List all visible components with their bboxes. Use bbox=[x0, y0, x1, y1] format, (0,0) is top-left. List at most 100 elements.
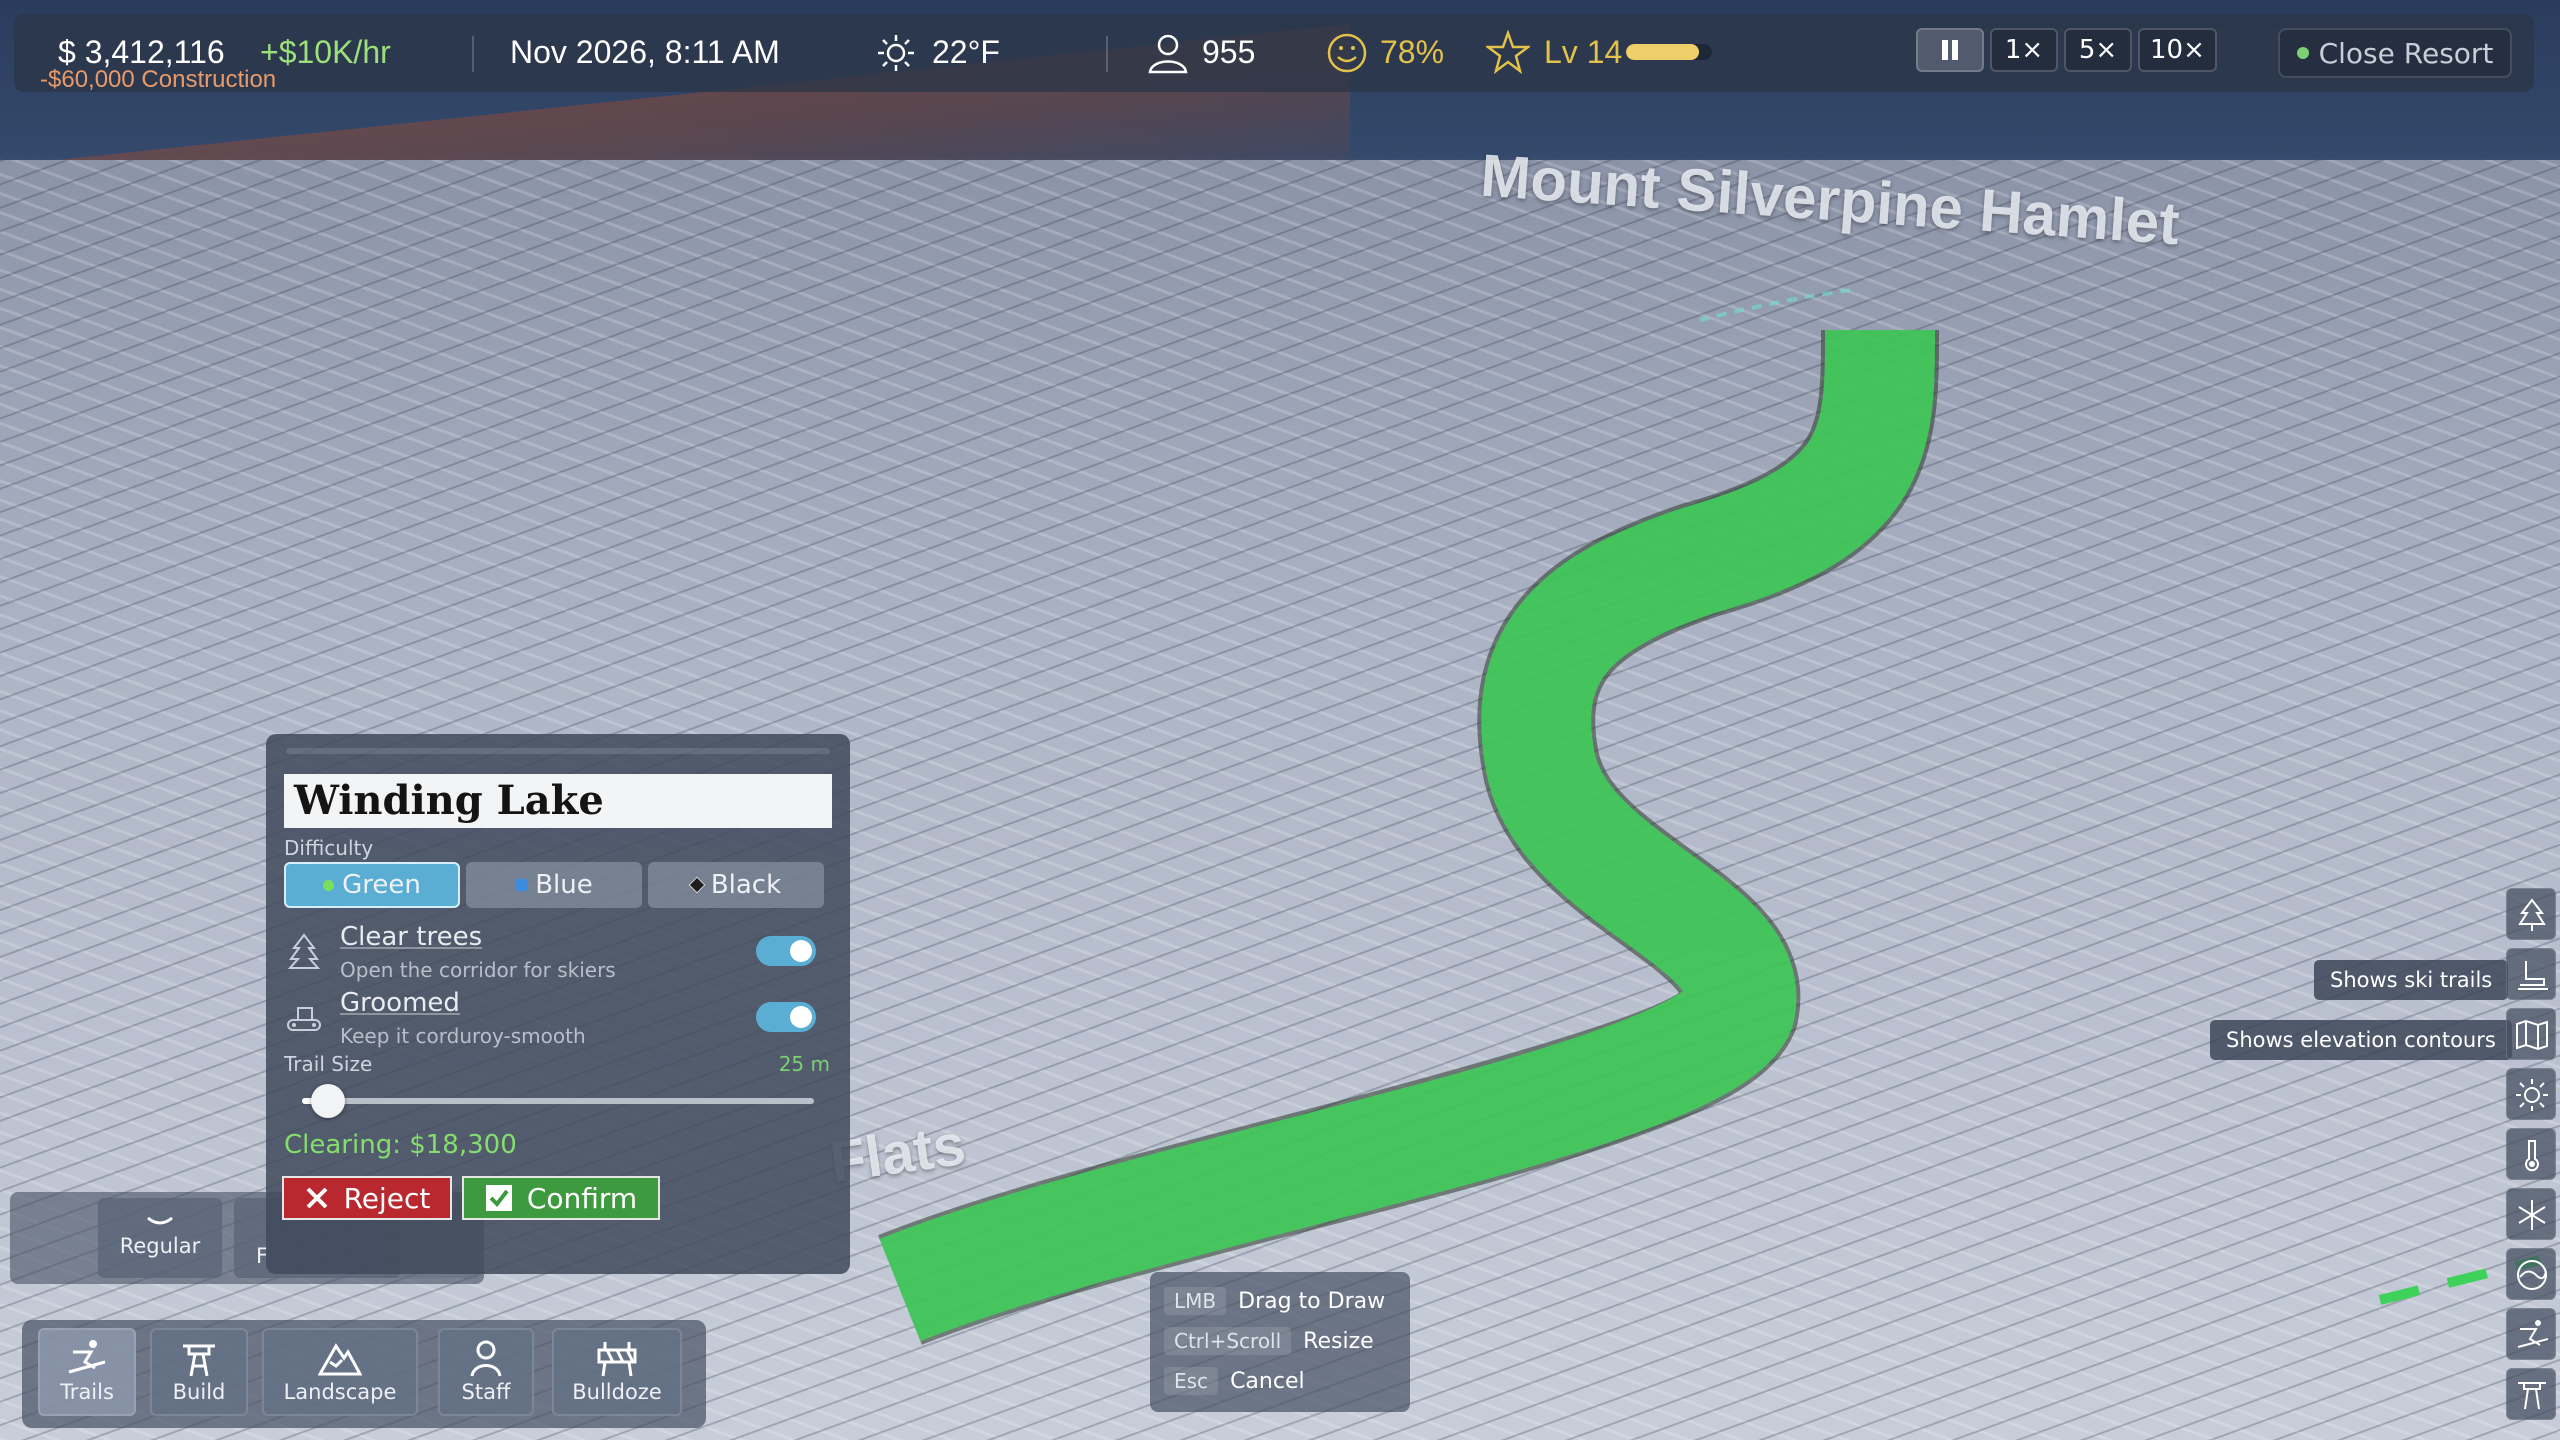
key-esc: Esc bbox=[1164, 1367, 1219, 1395]
hint-resize: Ctrl+Scroll Resize bbox=[1164, 1324, 1374, 1358]
happiness-percent: 78% bbox=[1380, 34, 1445, 70]
pause-button[interactable] bbox=[1916, 28, 1984, 72]
build-tool-label: Build bbox=[172, 1380, 226, 1404]
pause-icon bbox=[1942, 40, 1958, 60]
trail-type-regular[interactable]: Regular bbox=[98, 1198, 222, 1278]
mountain-icon bbox=[318, 1343, 362, 1376]
lift-tower-icon bbox=[183, 1344, 215, 1377]
skier-icon bbox=[68, 1340, 106, 1374]
main-toolbar: Trails Build Landscape Staff Bulldoze bbox=[22, 1320, 706, 1428]
green-circle-icon bbox=[323, 879, 335, 891]
speed-5x-button[interactable]: 5× bbox=[2064, 28, 2132, 72]
key-lmb: LMB bbox=[1164, 1287, 1227, 1315]
overlay-ski-trails-button[interactable] bbox=[2506, 948, 2556, 1000]
separator bbox=[472, 36, 474, 72]
landscape-tool-label: Landscape bbox=[283, 1380, 397, 1404]
overlay-snow-button[interactable] bbox=[2506, 1188, 2556, 1240]
x-icon bbox=[306, 1187, 328, 1209]
status-dot-icon bbox=[2296, 47, 2309, 59]
panel-drag-handle[interactable] bbox=[286, 748, 830, 754]
groomed-title: Groomed bbox=[340, 988, 460, 1018]
guest-count: 955 bbox=[1202, 34, 1256, 70]
clearing-cost: Clearing: $18,300 bbox=[284, 1130, 517, 1160]
landscape-tool-button[interactable]: Landscape bbox=[262, 1328, 418, 1416]
difficulty-green-button[interactable]: Green bbox=[284, 862, 460, 908]
blue-square-icon bbox=[515, 879, 528, 891]
clear-trees-subtitle: Open the corridor for skiers bbox=[340, 958, 616, 982]
hint-resize-label: Resize bbox=[1303, 1328, 1374, 1354]
speed-controls: 1× 5× 10× bbox=[1916, 28, 2217, 74]
overlay-sun-button[interactable] bbox=[2506, 1068, 2556, 1120]
income-rate: +$10K/hr bbox=[260, 34, 391, 70]
check-icon bbox=[485, 1185, 512, 1211]
toggle-knob bbox=[790, 1006, 812, 1028]
overlay-contours-button[interactable] bbox=[2506, 1008, 2556, 1060]
slider-handle[interactable] bbox=[310, 1084, 345, 1118]
staff-tool-label: Staff bbox=[461, 1380, 511, 1404]
toggle-knob bbox=[790, 940, 812, 962]
key-ctrl-scroll: Ctrl+Scroll bbox=[1164, 1327, 1292, 1355]
confirm-button[interactable]: Confirm bbox=[462, 1176, 660, 1220]
trail-size-value: 25 m bbox=[778, 1052, 830, 1076]
map-icon bbox=[2516, 1019, 2548, 1051]
xp-progress-fill bbox=[1626, 44, 1700, 60]
tree-icon bbox=[2518, 898, 2546, 931]
xp-progress-bar bbox=[1626, 44, 1712, 60]
trail-type-regular-label: Regular bbox=[119, 1234, 201, 1258]
trail-name-input[interactable]: Winding Lake bbox=[284, 774, 832, 828]
date-time: Nov 2026, 8:11 AM bbox=[510, 34, 780, 70]
wave-icon bbox=[147, 1216, 173, 1225]
trails-tool-label: Trails bbox=[60, 1380, 114, 1404]
overlay-skiers-button[interactable] bbox=[2506, 1308, 2556, 1360]
pine-tree-icon bbox=[287, 933, 321, 969]
hint-cancel: Esc Cancel bbox=[1164, 1364, 1305, 1398]
difficulty-label: Difficulty bbox=[284, 836, 374, 860]
confirm-label: Confirm bbox=[526, 1181, 638, 1215]
speed-10x-button[interactable]: 10× bbox=[2138, 28, 2217, 72]
hint-cancel-label: Cancel bbox=[1230, 1368, 1305, 1394]
skier-icon bbox=[2517, 1320, 2549, 1348]
snowflake-icon bbox=[2518, 1200, 2546, 1230]
difficulty-blue-label: Blue bbox=[535, 870, 593, 900]
close-resort-button[interactable]: Close Resort bbox=[2278, 28, 2512, 78]
resort-level: Lv 14 bbox=[1544, 34, 1623, 70]
overlay-temperature-button[interactable] bbox=[2506, 1128, 2556, 1180]
trails-tool-button[interactable]: Trails bbox=[38, 1328, 136, 1416]
reject-label: Reject bbox=[343, 1181, 431, 1215]
overlay-trees-button[interactable] bbox=[2506, 888, 2556, 940]
hint-draw-label: Drag to Draw bbox=[1238, 1288, 1386, 1314]
tooltip-elevation-contours: Shows elevation contours bbox=[2210, 1020, 2512, 1060]
overlay-terrain-button[interactable] bbox=[2506, 1248, 2556, 1300]
groomed-option: Groomed Keep it corduroy-smooth bbox=[284, 988, 832, 1048]
bulldoze-tool-button[interactable]: Bulldoze bbox=[552, 1328, 682, 1416]
clear-trees-title: Clear trees bbox=[340, 922, 483, 952]
speed-1x-button[interactable]: 1× bbox=[1990, 28, 2058, 72]
build-tool-button[interactable]: Build bbox=[150, 1328, 248, 1416]
close-resort-label: Close Resort bbox=[2318, 36, 2494, 70]
temperature: 22°F bbox=[932, 34, 1000, 70]
difficulty-black-label: Black bbox=[710, 870, 782, 900]
ski-boot-icon bbox=[2518, 961, 2548, 990]
sun-icon bbox=[2516, 1079, 2548, 1111]
separator bbox=[1106, 36, 1108, 72]
terrain-icon bbox=[2517, 1260, 2547, 1290]
barrier-icon bbox=[597, 1342, 637, 1377]
bulldoze-tool-label: Bulldoze bbox=[572, 1380, 662, 1404]
smiley-icon[interactable] bbox=[1326, 32, 1368, 74]
clear-trees-toggle[interactable] bbox=[756, 936, 816, 966]
overlay-toggle-rail bbox=[2506, 888, 2558, 1440]
staff-tool-button[interactable]: Staff bbox=[438, 1328, 534, 1416]
groomed-subtitle: Keep it corduroy-smooth bbox=[340, 1024, 586, 1048]
black-diamond-icon bbox=[688, 876, 706, 894]
control-hints: LMB Drag to Draw Ctrl+Scroll Resize Esc Can… bbox=[1150, 1272, 1410, 1412]
trail-size-slider[interactable] bbox=[302, 1084, 814, 1118]
sun-icon bbox=[878, 35, 914, 71]
difficulty-black-button[interactable]: Black bbox=[648, 862, 824, 908]
guests-icon[interactable] bbox=[1144, 32, 1190, 74]
overlay-lifts-button[interactable] bbox=[2506, 1368, 2556, 1420]
difficulty-blue-button[interactable]: Blue bbox=[466, 862, 642, 908]
construction-cost: -$60,000 Construction bbox=[40, 66, 277, 93]
groomed-toggle[interactable] bbox=[756, 1002, 816, 1032]
reject-button[interactable]: Reject bbox=[282, 1176, 452, 1220]
trail-config-panel: Winding Lake Difficulty Green Blue Black… bbox=[266, 734, 850, 1274]
